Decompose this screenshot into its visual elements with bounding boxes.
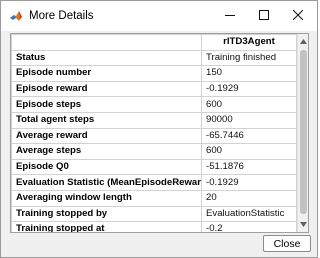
row-value[interactable]: -51.1876 [201, 158, 297, 176]
close-window-button[interactable] [281, 1, 315, 31]
title-bar[interactable]: More Details [1, 1, 317, 31]
table-row[interactable]: Episode reward -0.1929 [11, 80, 297, 98]
table-header-row: rlTD3Agent [11, 34, 297, 51]
scrollbar-thumb[interactable] [300, 50, 307, 214]
table-row[interactable]: Averaging window length 20 [11, 189, 297, 207]
scroll-up-arrow-icon[interactable] [298, 36, 308, 47]
matlab-icon [9, 10, 23, 22]
row-label: Episode number [11, 65, 202, 82]
maximize-button[interactable] [247, 1, 281, 31]
window-title: More Details [29, 10, 94, 22]
table-row[interactable]: Training stopped at -0.2 [11, 221, 297, 232]
table-row[interactable]: Episode number 150 [11, 65, 297, 82]
row-value[interactable]: 20 [201, 189, 297, 207]
row-label: Episode reward [11, 80, 202, 98]
row-value[interactable]: EvaluationStatistic [201, 205, 297, 223]
table-row[interactable]: Average reward -65.7446 [11, 127, 297, 145]
scroll-down-arrow-icon[interactable] [298, 219, 308, 230]
row-value[interactable]: 150 [201, 65, 297, 82]
row-label: Total agent steps [11, 111, 202, 129]
row-label: Average steps [11, 143, 202, 160]
row-label: Status [11, 49, 202, 67]
column-header-agent: rlTD3Agent [201, 34, 297, 51]
table-row[interactable]: Total agent steps 90000 [11, 111, 297, 129]
row-label: Averaging window length [11, 189, 202, 207]
more-details-dialog: More Details rlTD3Agent Status Training … [0, 0, 318, 258]
details-table: rlTD3Agent Status Training finished Epis… [11, 34, 297, 232]
table-row[interactable]: Evaluation Statistic (MeanEpisodeReward)… [11, 174, 297, 191]
row-value[interactable]: -0.1929 [201, 174, 297, 191]
row-label: Average reward [11, 127, 202, 145]
row-value[interactable]: Training finished [201, 49, 297, 67]
row-value[interactable]: 90000 [201, 111, 297, 129]
details-table-container: rlTD3Agent Status Training finished Epis… [10, 33, 309, 233]
row-label: Episode steps [11, 96, 202, 113]
row-label: Training stopped at [11, 221, 202, 232]
minimize-icon [225, 10, 235, 23]
row-label: Evaluation Statistic (MeanEpisodeReward) [11, 174, 202, 191]
maximize-icon [259, 9, 269, 23]
table-row[interactable]: Training stopped by EvaluationStatistic [11, 205, 297, 223]
row-value[interactable]: -0.1929 [201, 80, 297, 98]
row-label: Episode Q0 [11, 158, 202, 176]
table-row[interactable]: Status Training finished [11, 49, 297, 67]
row-value[interactable]: 600 [201, 96, 297, 113]
minimize-button[interactable] [213, 1, 247, 31]
table-row[interactable]: Average steps 600 [11, 143, 297, 160]
table-corner-cell [11, 34, 202, 51]
close-icon [292, 9, 304, 23]
table-row[interactable]: Episode steps 600 [11, 96, 297, 113]
row-label: Training stopped by [11, 205, 202, 223]
row-value[interactable]: -0.2 [201, 221, 297, 232]
row-value[interactable]: -65.7446 [201, 127, 297, 145]
vertical-scrollbar[interactable] [297, 34, 308, 232]
close-button[interactable]: Close [263, 235, 311, 252]
row-value[interactable]: 600 [201, 143, 297, 160]
table-row[interactable]: Episode Q0 -51.1876 [11, 158, 297, 176]
